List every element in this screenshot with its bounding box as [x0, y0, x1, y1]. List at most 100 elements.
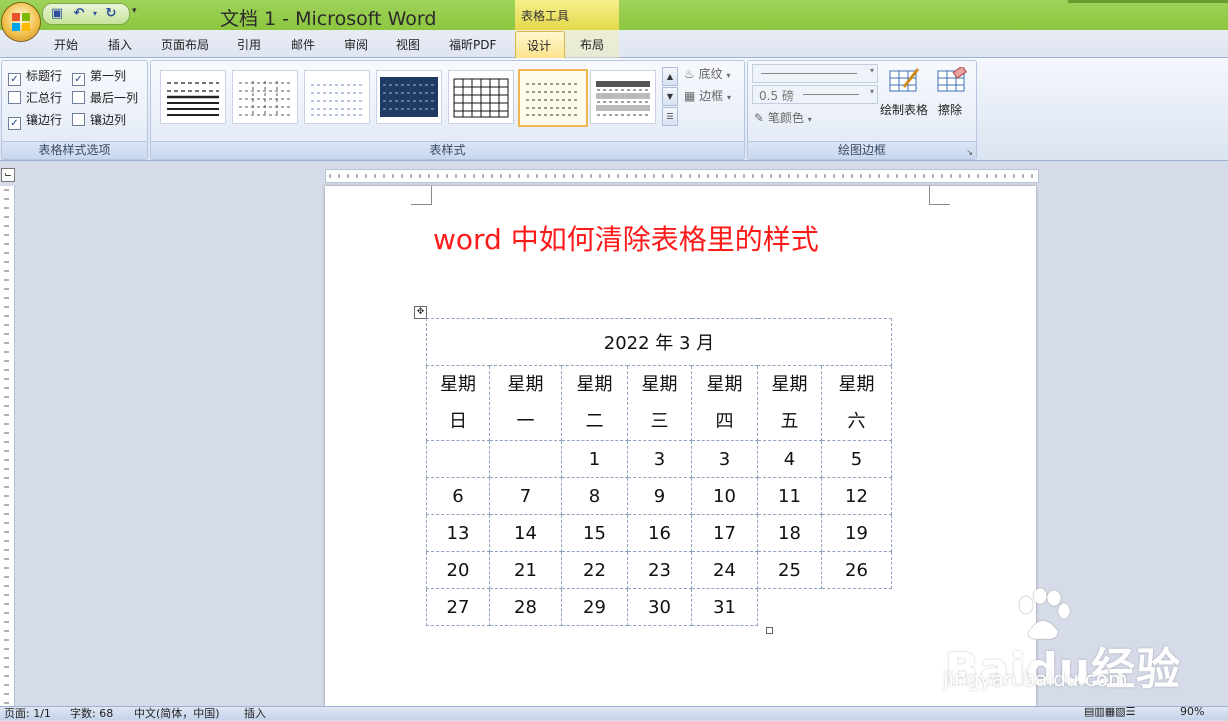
day-cell[interactable]: 7 — [489, 477, 562, 515]
table-resize-handle[interactable] — [766, 627, 773, 634]
day-cell[interactable]: 19 — [821, 514, 892, 552]
day-cell[interactable]: 5 — [821, 440, 892, 478]
table-style-light-grid[interactable] — [232, 70, 298, 124]
tab-home[interactable]: 开始 — [54, 36, 78, 53]
tab-mailings[interactable]: 邮件 — [291, 36, 315, 53]
day-cell[interactable]: 1 — [561, 440, 628, 478]
table-style-options-group-label: 表格样式选项 — [2, 141, 147, 159]
pen-color-button[interactable]: ✎ 笔颜色 ▾ — [754, 109, 812, 126]
table-style-light-list[interactable] — [304, 70, 370, 124]
banded-rows-checkbox[interactable]: ✓ 镶边行 — [8, 111, 62, 130]
table-style-plain-grid[interactable] — [160, 70, 226, 124]
view-buttons-icon[interactable]: ▤▥▦▧☰ — [1084, 705, 1135, 718]
weekday-header-cell[interactable]: 星期五 — [757, 365, 822, 441]
day-cell[interactable]: 23 — [627, 551, 692, 589]
dialog-launcher-icon[interactable]: ↘ — [966, 148, 973, 157]
tab-references[interactable]: 引用 — [237, 36, 261, 53]
undo-icon[interactable]: ↶ — [71, 6, 87, 22]
table-style-selected[interactable] — [518, 69, 588, 127]
day-cell[interactable]: 25 — [757, 551, 822, 589]
day-cell[interactable]: 3 — [691, 440, 758, 478]
weekday-header-cell[interactable]: 星期四 — [691, 365, 758, 441]
weekday-header-cell[interactable]: 星期二 — [561, 365, 628, 441]
tab-design[interactable]: 设计 — [515, 31, 565, 59]
day-cell[interactable]: 22 — [561, 551, 628, 589]
day-cell[interactable]: 12 — [821, 477, 892, 515]
gallery-scroll-up-icon[interactable]: ▲ — [662, 67, 678, 86]
day-cell[interactable]: 28 — [489, 588, 562, 626]
eraser-icon[interactable] — [936, 67, 968, 95]
chevron-down-icon: ▾ — [727, 93, 732, 102]
borders-button[interactable]: ▦ 边框 ▾ — [684, 87, 731, 104]
day-cell[interactable]: 13 — [426, 514, 490, 552]
tab-selector-icon[interactable]: ⌙ — [1, 168, 15, 182]
day-cell[interactable]: 4 — [757, 440, 822, 478]
day-cell[interactable] — [426, 440, 490, 478]
table-style-full-grid[interactable] — [448, 70, 514, 124]
day-cell[interactable]: 21 — [489, 551, 562, 589]
shading-label: 底纹 — [698, 67, 723, 81]
borders-label: 边框 — [699, 89, 724, 103]
day-cell[interactable]: 30 — [627, 588, 692, 626]
day-cell[interactable]: 17 — [691, 514, 758, 552]
gallery-scroll-down-icon[interactable]: ▼ — [662, 87, 678, 106]
draw-table-button[interactable]: 绘制表格 — [880, 101, 928, 118]
day-cell[interactable]: 29 — [561, 588, 628, 626]
shading-button[interactable]: ♨ 底纹 ▾ — [684, 65, 730, 82]
zoom-level[interactable]: 90% — [1180, 705, 1204, 718]
weekday-header-cell[interactable]: 星期日 — [426, 365, 490, 441]
day-cell[interactable]: 8 — [561, 477, 628, 515]
weekday-header-cell[interactable]: 星期六 — [821, 365, 892, 441]
banded-columns-checkbox[interactable]: 镶边列 — [72, 111, 126, 128]
ruler-ticks — [329, 174, 1033, 178]
day-cell[interactable]: 18 — [757, 514, 822, 552]
tab-view[interactable]: 视图 — [396, 36, 420, 53]
redo-icon[interactable]: ↻ — [103, 6, 119, 22]
calendar-table[interactable]: 2022 年 3 月 星期日星期一星期二星期三星期四星期五星期六 1334567… — [426, 318, 892, 626]
tab-review[interactable]: 审阅 — [344, 36, 368, 53]
weekday-header-cell[interactable]: 星期一 — [489, 365, 562, 441]
day-cell[interactable]: 9 — [627, 477, 692, 515]
office-button[interactable] — [2, 3, 40, 41]
tab-insert[interactable]: 插入 — [108, 36, 132, 53]
day-cell[interactable]: 31 — [691, 588, 758, 626]
header-row-checkbox[interactable]: ✓ 标题行 — [8, 67, 62, 86]
tab-layout[interactable]: 布局 — [580, 36, 604, 53]
tab-foxit-pdf[interactable]: 福昕PDF — [449, 36, 496, 53]
day-cell[interactable]: 6 — [426, 477, 490, 515]
day-cell[interactable]: 26 — [821, 551, 892, 589]
pen-weight-select[interactable]: 0.5 磅 ▾ — [752, 85, 878, 104]
document-heading[interactable]: word 中如何清除表格里的样式 — [433, 218, 819, 258]
draw-table-icon[interactable] — [888, 67, 920, 95]
day-cell[interactable]: 11 — [757, 477, 822, 515]
undo-dropdown-icon[interactable]: ▾ — [87, 6, 103, 22]
customize-qat-icon[interactable]: ▾ — [132, 6, 137, 16]
first-column-checkbox[interactable]: ✓ 第一列 — [72, 67, 126, 86]
eraser-button[interactable]: 擦除 — [938, 101, 962, 118]
day-cell[interactable] — [489, 440, 562, 478]
calendar-title-cell[interactable]: 2022 年 3 月 — [426, 318, 892, 366]
gallery-more-icon[interactable]: ☰ — [662, 107, 678, 126]
day-cell[interactable]: 27 — [426, 588, 490, 626]
last-column-checkbox[interactable]: 最后一列 — [72, 89, 138, 106]
horizontal-ruler[interactable] — [325, 169, 1039, 183]
table-style-dark-blue[interactable] — [376, 70, 442, 124]
weekday-header-cell[interactable]: 星期三 — [627, 365, 692, 441]
chevron-down-icon: ▾ — [869, 87, 874, 96]
save-icon[interactable]: ▣ — [49, 6, 65, 22]
tab-page-layout[interactable]: 页面布局 — [161, 36, 209, 53]
weekday-header-text: 星期 — [440, 374, 476, 395]
table-style-shaded[interactable] — [590, 70, 656, 124]
total-row-label: 汇总行 — [26, 91, 63, 105]
day-cell[interactable]: 10 — [691, 477, 758, 515]
total-row-checkbox[interactable]: 汇总行 — [8, 89, 62, 106]
vertical-ruler[interactable] — [0, 186, 15, 706]
watermark-url: jingyan.baidu.com — [943, 667, 1128, 691]
day-cell[interactable]: 24 — [691, 551, 758, 589]
day-cell[interactable]: 16 — [627, 514, 692, 552]
pen-style-select[interactable]: ▾ — [752, 64, 878, 83]
day-cell[interactable]: 20 — [426, 551, 490, 589]
day-cell[interactable]: 14 — [489, 514, 562, 552]
day-cell[interactable]: 3 — [627, 440, 692, 478]
day-cell[interactable]: 15 — [561, 514, 628, 552]
